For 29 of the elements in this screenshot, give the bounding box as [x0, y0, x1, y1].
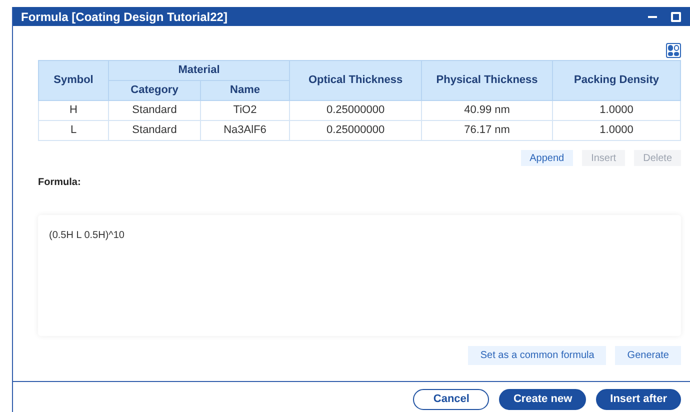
- window-title: Formula [Coating Design Tutorial22]: [21, 8, 228, 26]
- column-header: Name: [200, 80, 290, 100]
- column-header: Packing Density: [552, 60, 680, 100]
- column-header: Category: [108, 80, 200, 100]
- column-header: Physical Thickness: [422, 60, 553, 100]
- table-cell: 1.0000: [552, 120, 680, 140]
- table-cell: TiO2: [200, 100, 290, 120]
- formula-action-button[interactable]: Set as a common formula: [468, 346, 606, 365]
- formula-action-button[interactable]: Generate: [615, 346, 681, 365]
- table-action-button[interactable]: Append: [520, 150, 574, 166]
- table-cell: 0.25000000: [290, 120, 422, 140]
- table-cell: H: [38, 100, 108, 120]
- table-cell: Standard: [108, 120, 200, 140]
- cancel-button[interactable]: Cancel: [413, 389, 490, 410]
- table-cell: 76.17 nm: [422, 120, 553, 140]
- column-header: Symbol: [38, 60, 108, 100]
- column-header: Optical Thickness: [290, 60, 422, 100]
- table-cell: Standard: [108, 100, 200, 120]
- primary-button[interactable]: Insert after: [596, 389, 681, 410]
- table-cell: Na3AlF6: [200, 120, 290, 140]
- layout-icon[interactable]: [666, 43, 681, 58]
- table-cell: 40.99 nm: [422, 100, 553, 120]
- formula-label: Formula:: [38, 177, 81, 188]
- column-header: Material: [108, 60, 290, 80]
- formula-field[interactable]: (0.5H L 0.5H)^10: [38, 215, 681, 336]
- table-cell: L: [38, 120, 108, 140]
- table-cell: 1.0000: [552, 100, 680, 120]
- table-cell: 0.25000000: [290, 100, 422, 120]
- primary-button[interactable]: Create new: [499, 389, 586, 410]
